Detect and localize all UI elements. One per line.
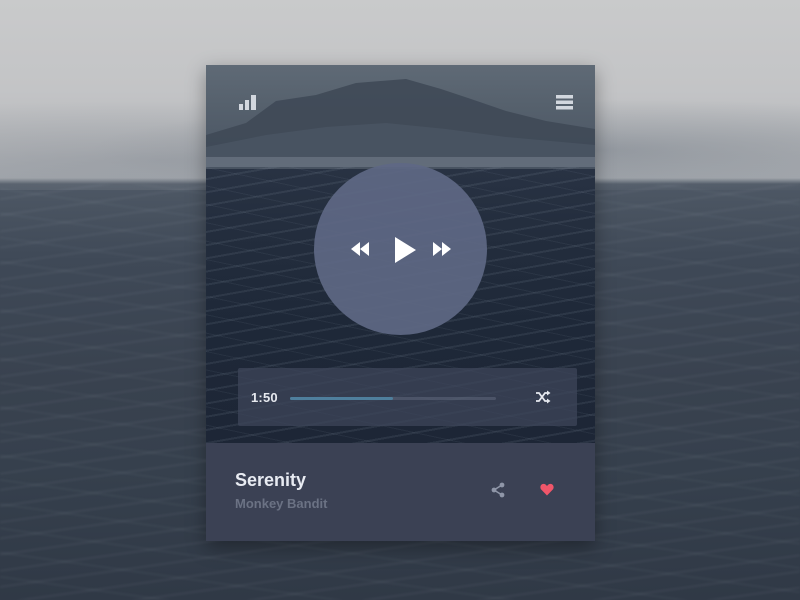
fast-forward-icon — [433, 242, 451, 256]
progress-bar[interactable] — [290, 397, 496, 400]
fast-forward-button[interactable] — [432, 240, 452, 258]
rewind-icon — [351, 242, 369, 256]
track-artist: Monkey Bandit — [235, 496, 328, 511]
rewind-button[interactable] — [350, 240, 370, 258]
play-icon — [395, 237, 416, 263]
album-art: 1:50 — [206, 65, 595, 443]
hamburger-menu-icon[interactable] — [554, 92, 576, 112]
track-title: Serenity — [235, 470, 307, 490]
signal-bars-icon[interactable] — [237, 92, 259, 112]
share-button[interactable] — [490, 482, 506, 498]
progress-bar-fill — [290, 397, 393, 400]
shuffle-button[interactable] — [535, 390, 551, 404]
elapsed-time: 1:50 — [251, 390, 278, 405]
progress-panel: 1:50 — [238, 368, 577, 426]
shuffle-icon — [536, 390, 551, 404]
playback-controls — [314, 163, 487, 335]
like-button[interactable] — [540, 483, 554, 496]
music-player-card: 1:50 Serenity Monkey Bandit — [206, 65, 595, 541]
play-button[interactable] — [393, 236, 417, 264]
album-art-mountains — [206, 79, 595, 169]
track-info-panel: Serenity Monkey Bandit — [206, 443, 595, 541]
share-icon — [491, 482, 505, 498]
heart-icon — [540, 483, 554, 496]
